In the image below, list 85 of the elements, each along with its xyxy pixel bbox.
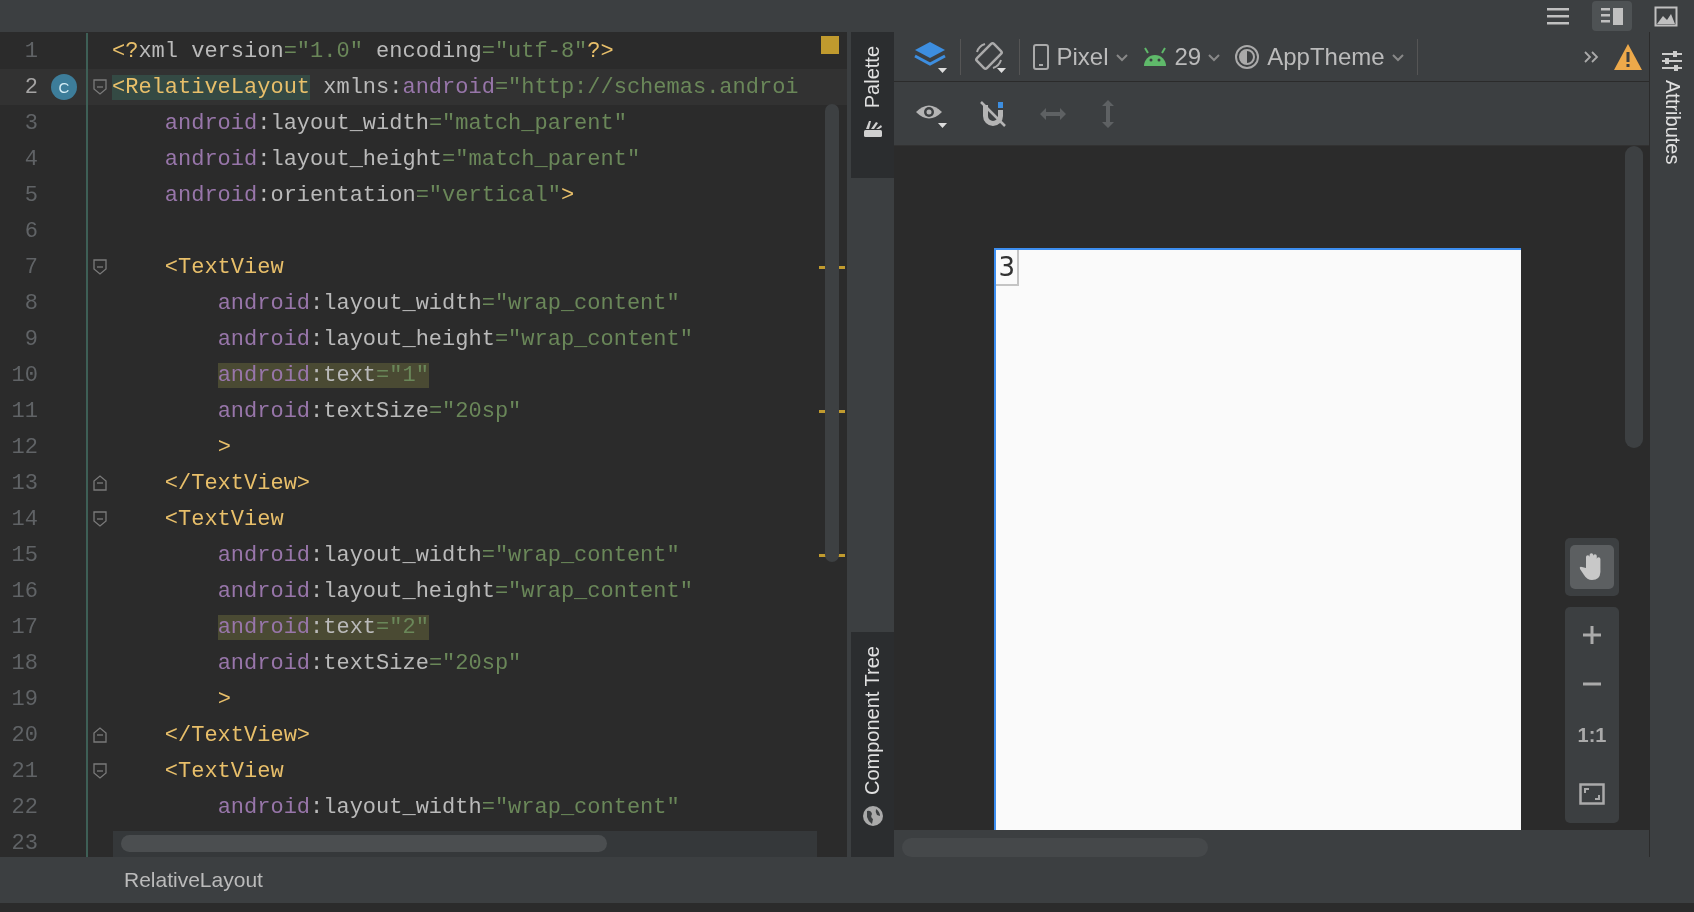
warning-indicator xyxy=(821,36,840,54)
code-line: android:text="1" xyxy=(216,362,430,388)
line-number: 8 xyxy=(23,290,39,316)
line-number: 10 xyxy=(10,362,39,388)
palette-icon xyxy=(862,118,884,139)
image-icon xyxy=(1654,5,1678,27)
minus-icon xyxy=(1582,681,1603,688)
class-badge: C xyxy=(51,74,77,100)
line-number: 23 xyxy=(10,830,39,856)
split-view-icon xyxy=(1600,5,1624,27)
code-line: android:textSize="20sp" xyxy=(216,398,523,424)
line-number: 17 xyxy=(10,614,39,640)
code-line: > xyxy=(216,434,232,460)
api-level-dropdown[interactable]: 29 xyxy=(1134,36,1228,77)
code-line: android:layout_width="wrap_content" xyxy=(216,794,681,820)
sliders-icon xyxy=(1660,50,1684,72)
warning-stripe[interactable] xyxy=(819,553,846,557)
line-number: 3 xyxy=(23,110,39,136)
code-line: android:layout_height="wrap_content" xyxy=(216,326,694,352)
fold-icon[interactable] xyxy=(93,259,107,275)
zoom-to-fit-button[interactable] xyxy=(1577,780,1608,807)
code-line: android:orientation="vertical"> xyxy=(163,182,576,208)
line-number: 21 xyxy=(10,758,39,784)
line-number: 13 xyxy=(10,470,39,496)
line-number: 7 xyxy=(23,254,39,280)
fold-icon[interactable] xyxy=(93,475,107,491)
side-tab[interactable]: Attributes xyxy=(1660,32,1684,183)
code-line: android:textSize="20sp" xyxy=(216,650,523,676)
line-number: 2 xyxy=(23,74,39,100)
code-line: <?xml version="1.0" encoding="utf-8"?> xyxy=(112,38,615,64)
fold-icon[interactable] xyxy=(93,727,107,743)
actual-size-button[interactable]: 1:1 xyxy=(1575,721,1609,749)
line-number: 1 xyxy=(23,38,39,64)
line-number: 20 xyxy=(10,722,39,748)
side-tab[interactable]: Palette xyxy=(851,32,895,178)
warning-stripe[interactable] xyxy=(819,265,846,269)
line-number: 22 xyxy=(10,794,39,820)
chevron-down-icon xyxy=(1114,51,1129,62)
scrollbar-thumb[interactable] xyxy=(825,104,840,562)
line-number: 5 xyxy=(23,182,39,208)
fold-icon[interactable] xyxy=(93,763,107,779)
code-line: android:layout_height="wrap_content" xyxy=(216,578,694,604)
line-number: 16 xyxy=(10,578,39,604)
globe-icon xyxy=(862,805,884,827)
line-number: 14 xyxy=(10,506,39,532)
line-number: 6 xyxy=(23,218,39,244)
plus-icon xyxy=(1582,625,1603,646)
code-line: android:text="2" xyxy=(216,614,430,640)
fold-icon[interactable] xyxy=(93,79,107,95)
line-number: 19 xyxy=(10,686,39,712)
code-line: <TextView xyxy=(163,254,285,280)
layers-icon xyxy=(914,39,949,74)
fold-icon[interactable] xyxy=(93,511,107,527)
code-line: android:layout_height="match_parent" xyxy=(163,146,642,172)
theme-icon xyxy=(1233,43,1262,70)
code-line: > xyxy=(216,686,232,712)
preview-text: 3 xyxy=(996,250,1020,286)
fit-screen-icon xyxy=(1579,782,1606,805)
chevron-down-icon xyxy=(1207,51,1222,62)
code-line: <TextView xyxy=(163,758,285,784)
code-line: android:layout_width="wrap_content" xyxy=(216,290,681,316)
rotate-icon xyxy=(973,39,1008,74)
code-line: android:layout_width="match_parent" xyxy=(163,110,628,136)
side-tab[interactable]: Component Tree xyxy=(851,632,895,857)
code-line: </TextView> xyxy=(163,470,312,496)
pan-button[interactable] xyxy=(1570,545,1615,589)
line-number: 4 xyxy=(23,146,39,172)
code-line: <RelativeLayout xmlns:android="http://schemas.androi xyxy=(112,74,800,100)
code-line: </TextView> xyxy=(163,722,312,748)
warning-icon xyxy=(1613,42,1644,71)
breadcrumb-link[interactable]: RelativeLayout xyxy=(124,868,263,892)
line-number: 12 xyxy=(10,434,39,460)
code-line: <TextView xyxy=(163,506,285,532)
view-mode-button[interactable] xyxy=(1592,1,1632,31)
warning-stripe[interactable] xyxy=(819,409,846,413)
line-number: 18 xyxy=(10,650,39,676)
menu-icon xyxy=(1546,5,1570,27)
chevron-down-icon xyxy=(1390,51,1405,62)
phone-icon xyxy=(1032,43,1051,70)
line-number: 11 xyxy=(10,398,39,424)
theme-dropdown[interactable]: AppTheme xyxy=(1227,36,1411,77)
line-number: 15 xyxy=(10,542,39,568)
code-line: android:layout_width="wrap_content" xyxy=(216,542,681,568)
line-number: 9 xyxy=(23,326,39,352)
device-dropdown[interactable]: Pixel xyxy=(1026,36,1135,77)
